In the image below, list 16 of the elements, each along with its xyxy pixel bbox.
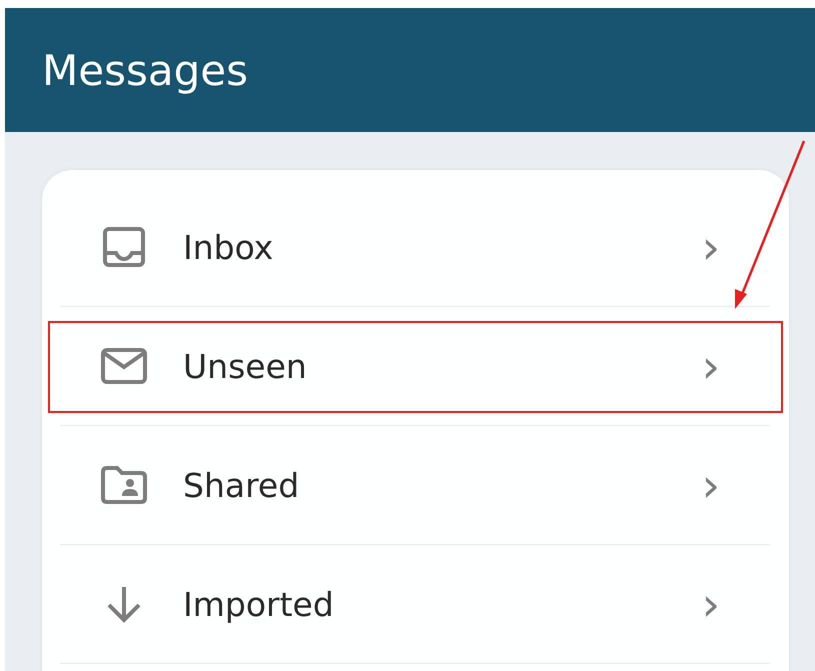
chevron-icon: › <box>702 581 720 627</box>
item-label: Imported <box>183 584 335 624</box>
chevron-icon: › <box>702 343 720 389</box>
chevron-icon: › <box>702 462 720 508</box>
folder-person-icon <box>100 466 146 504</box>
inbox-tray-icon <box>102 226 146 268</box>
menu-item[interactable]: Shared › <box>60 426 770 544</box>
menu-item[interactable]: Unseen › <box>60 307 770 425</box>
menu-item[interactable]: Inbox › <box>60 188 770 306</box>
item-label: Inbox <box>183 228 274 266</box>
envelope-icon <box>100 348 146 384</box>
header-title: Messages <box>42 46 248 94</box>
item-label: Unseen <box>183 346 308 386</box>
menu-item[interactable]: Imported › <box>60 545 770 663</box>
item-label: Shared <box>183 466 300 504</box>
chevron-icon: › <box>702 224 720 270</box>
